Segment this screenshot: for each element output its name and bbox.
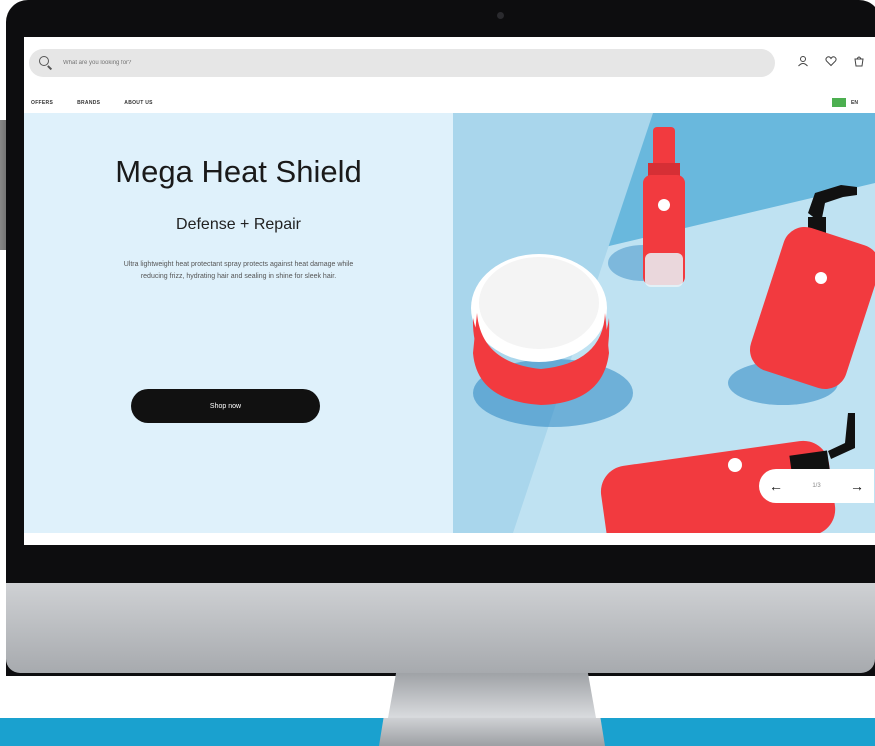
header-icons xyxy=(795,53,867,69)
monitor-bezel xyxy=(6,545,875,583)
language-code: EN xyxy=(851,99,858,106)
browser-screen: OFFERS BRANDS ABOUT US EN Mega Heat Shie… xyxy=(24,37,875,545)
arrow-right-icon[interactable]: → xyxy=(850,478,864,494)
hero-subtitle: Defense + Repair xyxy=(176,216,301,233)
language-switcher[interactable]: EN xyxy=(832,98,858,107)
nav-brands[interactable]: BRANDS xyxy=(77,100,100,106)
monitor-stand-base xyxy=(379,718,605,746)
slider-counter: 1/3 xyxy=(812,483,821,489)
search-icon xyxy=(39,56,53,70)
hero-description-line-2: reducing frizz, hydrating hair and seali… xyxy=(140,273,337,280)
hero-title: Mega Heat Shield xyxy=(115,154,362,189)
search-bar[interactable] xyxy=(29,49,775,77)
shop-now-button[interactable]: Shop now xyxy=(131,389,320,423)
hero-description-line-1: Ultra lightweight heat protectant spray … xyxy=(123,261,354,268)
nav-offers[interactable]: OFFERS xyxy=(31,100,53,106)
user-icon[interactable] xyxy=(795,53,811,69)
monitor-chin xyxy=(6,583,875,673)
slider-controls: ← 1/3 → xyxy=(759,469,874,503)
main-nav: OFFERS BRANDS ABOUT US xyxy=(31,100,153,106)
heart-icon[interactable] xyxy=(823,53,839,69)
hero-description: Ultra lightweight heat protectant spray … xyxy=(24,259,453,283)
search-input[interactable] xyxy=(61,59,715,67)
cart-icon[interactable] xyxy=(851,53,867,69)
nav-about-us[interactable]: ABOUT US xyxy=(124,100,153,106)
camera-dot xyxy=(497,12,504,19)
flag-icon xyxy=(832,98,846,107)
arrow-left-icon[interactable]: ← xyxy=(769,478,783,494)
